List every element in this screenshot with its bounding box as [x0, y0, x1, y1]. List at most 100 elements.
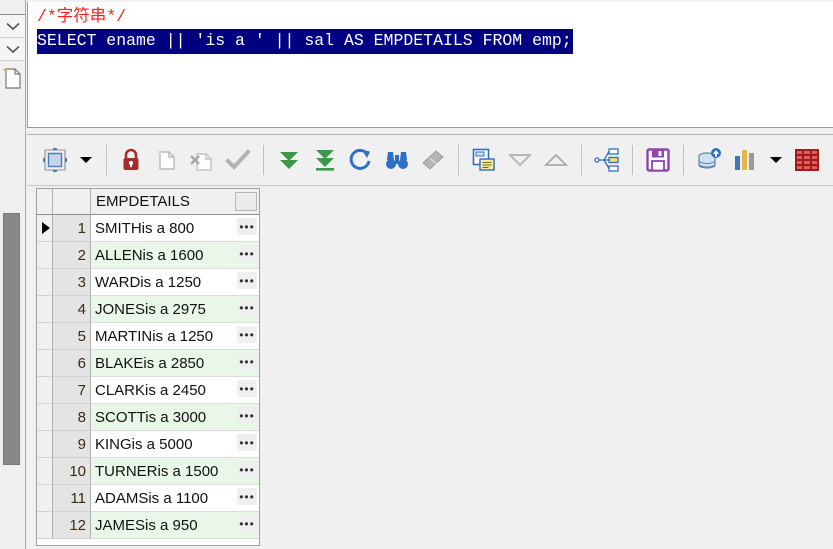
- row-selector-cell[interactable]: [37, 431, 53, 458]
- clear-filter-button[interactable]: [415, 140, 451, 180]
- new-record-icon: [156, 149, 175, 170]
- current-row-marker-icon: [41, 222, 50, 234]
- chart-button[interactable]: [727, 140, 763, 180]
- sql-statement-line[interactable]: SELECT ename || 'is a ' || sal AS EMPDET…: [28, 29, 833, 54]
- grid-cell-empdetails[interactable]: ADAMSis a 1100 •••: [91, 485, 259, 512]
- cell-editor-button[interactable]: •••: [237, 515, 257, 532]
- grid-column-header-empdetails[interactable]: EMPDETAILS: [91, 189, 259, 215]
- grid-cell-value: MARTINis a 1250: [95, 327, 214, 345]
- sql-comment-line: /*字符串*/: [37, 7, 127, 26]
- fit-grid-dropdown-button[interactable]: [73, 140, 99, 180]
- row-selector-cell[interactable]: [37, 323, 53, 350]
- grid-cell-empdetails[interactable]: BLAKEis a 2850 •••: [91, 350, 259, 377]
- fit-grid-button[interactable]: [37, 140, 73, 180]
- cell-editor-button[interactable]: •••: [237, 272, 257, 289]
- delete-record-button[interactable]: [184, 140, 220, 180]
- row-selector-cell[interactable]: [37, 350, 53, 377]
- send-to-database-button[interactable]: [691, 140, 727, 180]
- cell-editor-button[interactable]: •••: [237, 299, 257, 316]
- row-selector-cell[interactable]: [37, 485, 53, 512]
- left-rail: [0, 0, 26, 130]
- cell-editor-button[interactable]: •••: [237, 326, 257, 343]
- cell-editor-button[interactable]: •••: [237, 461, 257, 478]
- cell-editor-button[interactable]: •••: [237, 245, 257, 262]
- row-selector-cell[interactable]: [37, 215, 53, 242]
- chevron-down-icon: [5, 22, 20, 30]
- grid-cell-empdetails[interactable]: JAMESis a 950 •••: [91, 512, 259, 539]
- chart-dropdown-button[interactable]: [763, 140, 789, 180]
- table-row[interactable]: 12 JAMESis a 950 •••: [37, 512, 259, 539]
- row-number-cell: 11: [53, 485, 91, 512]
- find-button[interactable]: [379, 140, 415, 180]
- hierarchy-icon: [594, 148, 619, 172]
- grid-cell-value: JAMESis a 950: [95, 516, 198, 534]
- table-row[interactable]: 6 BLAKEis a 2850 •••: [37, 350, 259, 377]
- results-grid[interactable]: EMPDETAILS 1 SMITHis a 800 ••• 2 ALLENis a 1…: [36, 188, 260, 546]
- grid-cell-empdetails[interactable]: SMITHis a 800 •••: [91, 215, 259, 242]
- chevron-down-icon: [80, 157, 92, 163]
- row-number-cell: 8: [53, 404, 91, 431]
- fetch-next-button[interactable]: [271, 140, 307, 180]
- grid-cell-empdetails[interactable]: WARDis a 1250 •••: [91, 269, 259, 296]
- row-selector-cell[interactable]: [37, 458, 53, 485]
- cell-editor-button[interactable]: •••: [237, 218, 257, 235]
- row-selector-cell[interactable]: [37, 269, 53, 296]
- grid-cell-empdetails[interactable]: KINGis a 5000 •••: [91, 431, 259, 458]
- table-row[interactable]: 4 JONESis a 2975 •••: [37, 296, 259, 323]
- sql-editor[interactable]: /*字符串*/ SELECT ename || 'is a ' || sal A…: [27, 2, 833, 128]
- row-selector-cell[interactable]: [37, 404, 53, 431]
- toolbar-separator: [458, 145, 459, 175]
- refresh-button[interactable]: [343, 140, 379, 180]
- move-up-button[interactable]: [538, 140, 574, 180]
- cell-editor-button[interactable]: •••: [237, 488, 257, 505]
- cell-editor-button[interactable]: •••: [237, 434, 257, 451]
- lock-record-button[interactable]: [114, 140, 148, 180]
- grid-cell-empdetails[interactable]: ALLENis a 1600 •••: [91, 242, 259, 269]
- insert-record-button[interactable]: [148, 140, 184, 180]
- vertical-scrollbar-thumb[interactable]: [3, 213, 20, 465]
- red-grid-icon: [795, 149, 819, 171]
- single-record-view-button[interactable]: [466, 140, 502, 180]
- rail-collapse-button-2[interactable]: [0, 38, 25, 61]
- row-selector-cell[interactable]: [37, 296, 53, 323]
- row-number-cell: 3: [53, 269, 91, 296]
- grid-column-menu-button[interactable]: [235, 192, 257, 211]
- table-row[interactable]: 8 SCOTTis a 3000 •••: [37, 404, 259, 431]
- rail-collapse-button-1[interactable]: [0, 15, 25, 38]
- table-row[interactable]: 7 CLARKis a 2450 •••: [37, 377, 259, 404]
- grid-cell-value: ALLENis a 1600: [95, 246, 204, 264]
- row-selector-cell[interactable]: [37, 242, 53, 269]
- table-row[interactable]: 5 MARTINis a 1250 •••: [37, 323, 259, 350]
- single-record-view-icon: [472, 148, 495, 171]
- rail-top-button[interactable]: [0, 0, 25, 15]
- grid-cell-empdetails[interactable]: MARTINis a 1250 •••: [91, 323, 259, 350]
- export-data-button[interactable]: [640, 140, 676, 180]
- grid-view-button[interactable]: [789, 140, 825, 180]
- grid-cell-empdetails[interactable]: SCOTTis a 3000 •••: [91, 404, 259, 431]
- post-changes-button[interactable]: [220, 140, 256, 180]
- sql-statement-text: SELECT ename || 'is a ' || sal AS EMPDET…: [37, 29, 573, 54]
- rail-new-document-button[interactable]: [0, 61, 25, 97]
- cell-editor-button[interactable]: •••: [237, 353, 257, 370]
- grid-cell-value: KINGis a 5000: [95, 435, 193, 453]
- table-row[interactable]: 2 ALLENis a 1600 •••: [37, 242, 259, 269]
- table-row[interactable]: 3 WARDis a 1250 •••: [37, 269, 259, 296]
- table-row[interactable]: 1 SMITHis a 800 •••: [37, 215, 259, 242]
- grid-cell-empdetails[interactable]: JONESis a 2975 •••: [91, 296, 259, 323]
- table-row[interactable]: 9 KINGis a 5000 •••: [37, 431, 259, 458]
- cell-editor-button[interactable]: •••: [237, 380, 257, 397]
- move-down-button[interactable]: [502, 140, 538, 180]
- fetch-all-button[interactable]: [307, 140, 343, 180]
- move-down-icon: [507, 154, 533, 167]
- row-selector-cell[interactable]: [37, 512, 53, 539]
- sql-developer-window: /*字符串*/ SELECT ename || 'is a ' || sal A…: [0, 0, 833, 549]
- table-row[interactable]: 10 TURNERis a 1500 •••: [37, 458, 259, 485]
- refresh-icon: [349, 148, 371, 170]
- grid-cell-empdetails[interactable]: CLARKis a 2450 •••: [91, 377, 259, 404]
- structure-view-button[interactable]: [589, 140, 625, 180]
- cell-editor-button[interactable]: •••: [237, 407, 257, 424]
- row-selector-cell[interactable]: [37, 377, 53, 404]
- grid-cell-empdetails[interactable]: TURNERis a 1500 •••: [91, 458, 259, 485]
- table-row[interactable]: 11 ADAMSis a 1100 •••: [37, 485, 259, 512]
- row-number-cell: 4: [53, 296, 91, 323]
